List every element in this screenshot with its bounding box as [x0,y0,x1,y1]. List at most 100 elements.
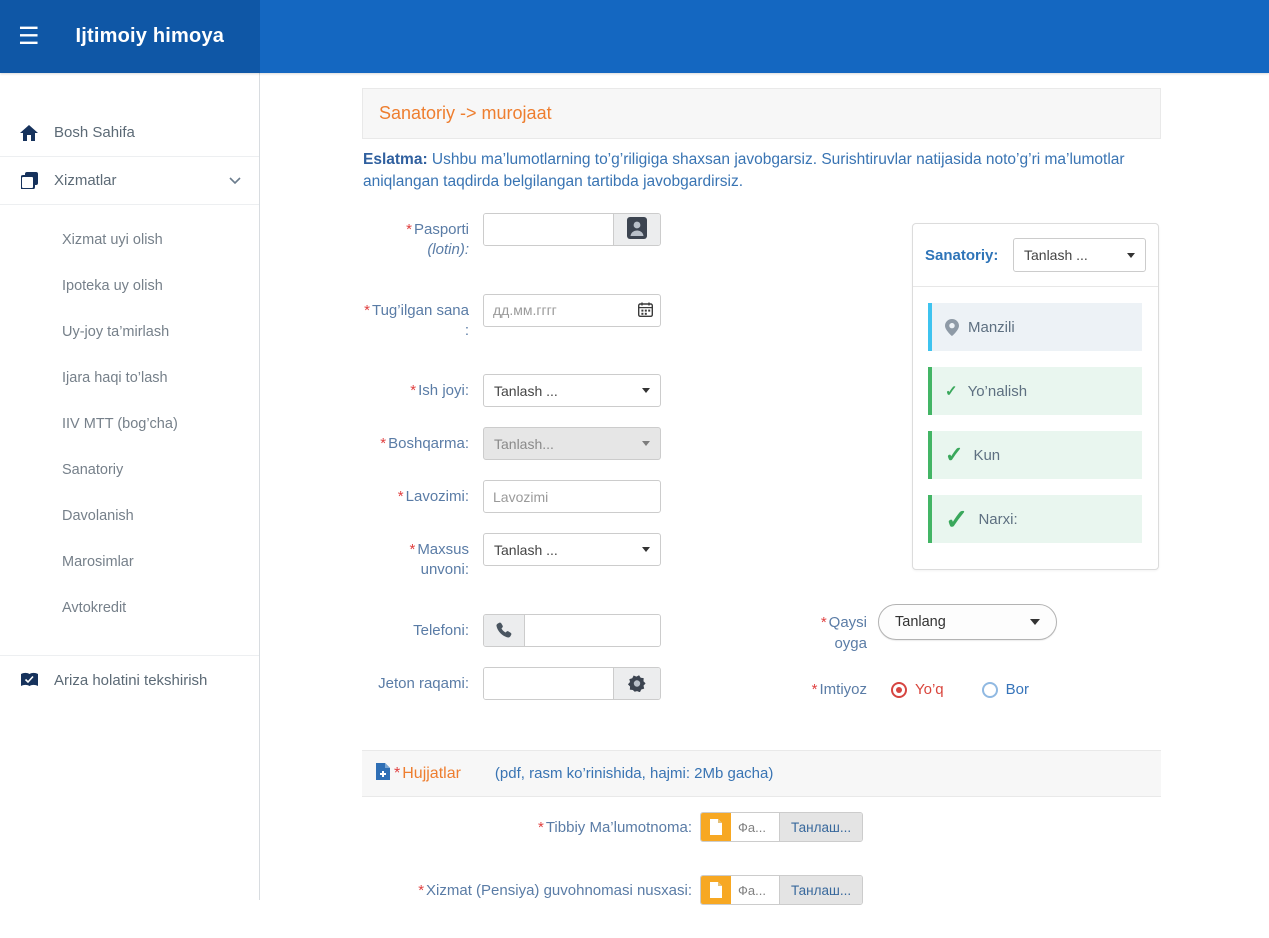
form-row-pasport: * Pasporti (lotin): [362,213,802,261]
sidebar-item-label: Xizmatlar [54,172,117,189]
sidebar-subitem-avtokredit[interactable]: Avtokredit [0,585,259,631]
rank-select[interactable]: Tanlash ... [483,533,661,566]
sidebar-subitem-ipoteka[interactable]: Ipoteka uy olish [0,263,259,309]
sidebar-item-check-status[interactable]: Ariza holatini tekshirish [0,656,259,704]
sidebar-subitem-xizmat-uyi[interactable]: Xizmat uyi olish [0,217,259,263]
sidebar-subitem-marosimlar[interactable]: Marosimlar [0,539,259,585]
position-label: * Lavozimi: [397,488,469,505]
note-label: Eslatma: [363,151,428,168]
services-icon [18,172,40,189]
workplace-select[interactable]: Tanlash ... [483,374,661,407]
month-select[interactable]: Tanlang [878,604,1057,640]
pasport-input[interactable] [484,214,613,245]
file-name-text: Фа... [731,813,779,841]
birthdate-label: * Tug’ilgan sana : [364,301,469,339]
documents-title: * Hujjatlar [394,764,461,782]
pasport-label: * Pasporti (lotin): [406,221,469,259]
check-icon: ✓ [945,503,969,535]
sidebar-item-home[interactable]: Bosh Sahifa [0,109,259,157]
imtiyoz-row: * Imtiyoz Yo’q Bor [797,681,1067,698]
caret-down-icon [1127,252,1135,258]
sanatoriy-card: Sanatoriy: Tanlash ... Manzili ✓ Yo’nali… [912,223,1159,570]
sidebar-subitem-sanatoriy[interactable]: Sanatoriy [0,447,259,493]
pasport-lookup-button[interactable] [613,214,660,245]
token-input-group [483,666,661,700]
sanatoriy-panel: Sanatoriy: Tanlash ... Manzili ✓ Yo’nali… [912,223,1172,570]
pasport-input-group [483,213,661,246]
rank-label: * Maxsus unvoni: [409,541,469,579]
form-row-token: Jeton raqami: [362,666,802,700]
sanatoriy-price-item: ✓ Narxi: [928,495,1142,543]
sidebar-item-label: Ariza holatini tekshirish [54,671,208,689]
documents-hint: (pdf, rasm ko’rinishida, hajmi: 2Mb gach… [494,765,774,782]
sanatoriy-item-label: Manzili [968,318,1015,336]
calendar-icon[interactable] [637,302,654,322]
token-label: Jeton raqami: [378,674,469,692]
id-photo-icon [627,217,647,242]
document-row-guvohnoma: * Xizmat (Pensiya) guvohnomasi nusxasi: Ф… [362,875,1161,905]
file-upload-guvohnoma[interactable]: Фа... Танлаш... [700,875,864,905]
main-content: Sanatoriy -> murojaat Eslatma: Ushbu ma’… [260,73,1269,905]
form-row-position: * Lavozimi: [362,480,802,513]
form-row-workplace: * Ish joyi: Tanlash ... [362,374,802,407]
form-row-department: * Boshqarma: Tanlash... [362,427,802,460]
documents-header-panel: * Hujjatlar (pdf, rasm ko’rinishida, hajm… [362,750,1161,797]
phone-icon [484,614,525,646]
check-icon: ✓ [945,442,964,467]
file-upload-tibbiy[interactable]: Фа... Танлаш... [700,812,864,842]
birthdate-input[interactable] [483,293,661,327]
hamburger-menu-icon[interactable]: ☰ [18,24,40,49]
document-label: * Tibbiy Ma’lumotnoma: [537,818,692,836]
imtiyoz-radio-bor[interactable]: Bor [981,681,1029,698]
sidebar: Bosh Sahifa Xizmatlar Xizmat uyi olish I… [0,73,260,900]
token-input[interactable] [484,667,613,699]
app-title: Ijtimoiy himoya [75,25,225,47]
phone-input[interactable] [525,614,660,646]
phone-input-group [483,613,661,647]
caret-down-icon [642,547,650,552]
sanatoriy-direction-item: ✓ Yo’nalish [928,367,1142,415]
document-row-tibbiy: * Tibbiy Ma’lumotnoma: Фа... Танлаш... [362,812,1161,842]
radio-unselected-icon [981,681,998,698]
location-icon [945,318,959,336]
sanatoriy-item-label: Yo’nalish [967,382,1028,400]
sanatoriy-address-item: Manzili [928,303,1142,351]
sidebar-item-label: Bosh Sahifa [54,124,135,141]
page-title: Sanatoriy -> murojaat [379,103,552,123]
form-row-phone: Telefoni: [362,613,802,647]
imtiyoz-radio-yoq[interactable]: Yo’q [891,681,944,698]
birthdate-field [483,293,661,327]
application-form: * Pasporti (lotin): * Tug’ilgan sana : д… [362,213,802,720]
department-select[interactable]: Tanlash... [483,427,661,460]
department-label: * Boshqarma: [380,435,469,452]
caret-down-icon [1030,619,1040,625]
chevron-down-icon [229,172,241,189]
note-text: Eslatma: Ushbu ma’lumotlarning to’g’rili… [363,151,1125,191]
sanatoriy-select[interactable]: Tanlash ... [1013,238,1146,272]
imtiyoz-label: * Imtiyoz [811,681,867,698]
position-input[interactable] [483,480,661,513]
workplace-label: * Ish joyi: [410,382,469,399]
sidebar-subitem-tamirlash[interactable]: Uy-joy ta’mirlash [0,309,259,355]
document-add-icon [376,762,390,785]
month-label: * Qaysi oyga [820,614,867,652]
sanatoriy-item-label: Kun [973,446,1001,464]
home-icon [18,124,40,141]
form-row-birthdate: * Tug’ilgan sana : [362,293,802,342]
sidebar-item-services[interactable]: Xizmatlar [0,157,259,205]
sanatoriy-item-label: Narxi: [978,510,1018,528]
caret-down-icon [642,388,650,393]
browse-button[interactable]: Танлаш... [779,813,863,841]
sidebar-subitem-mtt[interactable]: IIV MTT (bog’cha) [0,401,259,447]
badge-icon [613,667,660,699]
document-label: * Xizmat (Pensiya) guvohnomasi nusxasi: [418,881,692,899]
top-bar: ☰ Ijtimoiy himoya [0,0,1269,73]
sidebar-subitem-ijara[interactable]: Ijara haqi to’lash [0,355,259,401]
documents-rows: * Tibbiy Ma’lumotnoma: Фа... Танлаш... * X… [362,812,1161,938]
page-title-panel: Sanatoriy -> murojaat [362,88,1161,139]
sanatoriy-card-body: Manzili ✓ Yo’nalish ✓ Kun ✓ Narxi: [913,287,1158,569]
sanatoriy-day-item: ✓ Kun [928,431,1142,479]
services-submenu: Xizmat uyi olish Ipoteka uy olish Uy-joy… [0,205,259,649]
sanatoriy-card-header: Sanatoriy: Tanlash ... [913,224,1158,287]
sidebar-subitem-davolanish[interactable]: Davolanish [0,493,259,539]
